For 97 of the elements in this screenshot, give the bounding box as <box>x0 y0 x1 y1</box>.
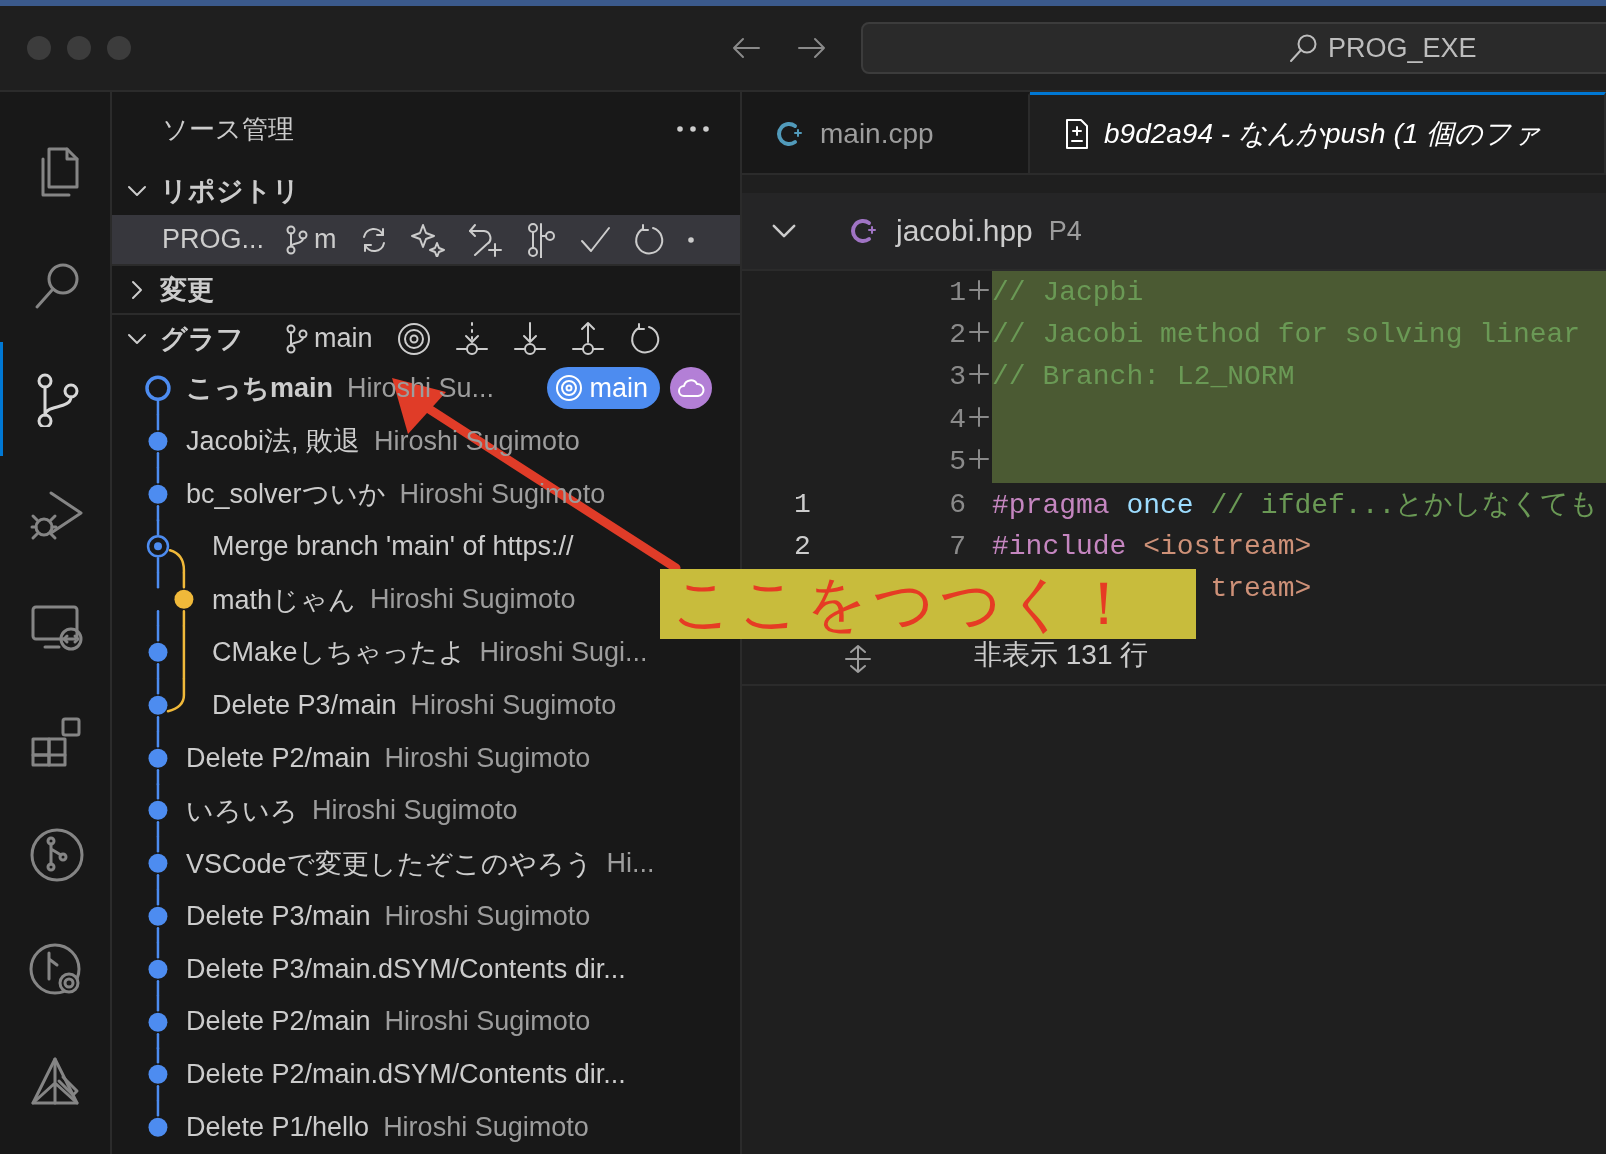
forward-arrow-icon[interactable] <box>797 36 827 60</box>
code-line: tream> <box>1210 573 1312 605</box>
branch-circle-icon[interactable] <box>28 827 85 883</box>
commit-message: VSCodeで変更したぞこのやろう <box>186 847 593 881</box>
commit-message: こっちmain <box>186 372 334 406</box>
commit-dot-icon <box>148 642 168 662</box>
commit-dot-icon <box>148 959 168 979</box>
unfold-icon[interactable] <box>843 644 873 675</box>
commit-author: Hiroshi Sugimoto <box>370 584 576 616</box>
file-name: jacobi.hpp <box>896 214 1033 248</box>
repository-name: PROG... <box>162 224 264 256</box>
line-number: 1 <box>949 276 966 308</box>
repository-row[interactable]: PROG... m <box>112 215 740 265</box>
commit-author: Hiroshi Sugimoto <box>383 1112 589 1144</box>
line-number: 2 <box>794 531 811 563</box>
annotation-callout: ここをつつく！ <box>660 569 1196 639</box>
commit-dot-icon <box>148 1065 168 1085</box>
section-header[interactable]: 変更 <box>160 271 214 308</box>
more-actions-icon[interactable] <box>676 124 710 135</box>
remote-badge[interactable] <box>670 367 712 410</box>
plus-icon <box>969 279 989 300</box>
diff-file-icon <box>1064 118 1090 150</box>
line-number: 4 <box>949 403 966 435</box>
target-icon <box>555 374 584 403</box>
editor-tab[interactable]: b9d2a94 - なんかpush (1 個のファ <box>1030 92 1606 173</box>
line-number: 5 <box>949 446 966 478</box>
plus-icon <box>969 364 989 385</box>
commit-dot-icon <box>148 854 168 873</box>
refresh-icon[interactable] <box>628 322 661 355</box>
code-line: #include <iostream> <box>992 531 1312 563</box>
line-number: 7 <box>949 531 966 563</box>
commit-message: Delete P2/main <box>186 742 371 774</box>
merge-node-icon <box>146 535 170 558</box>
target-icon[interactable] <box>396 321 431 356</box>
commit-author: Hi... <box>606 848 655 880</box>
folder-name: P4 <box>1048 215 1082 247</box>
section-header[interactable]: グラフ <box>160 320 244 357</box>
line-number: 1 <box>794 488 811 520</box>
commit-dot-icon <box>148 748 168 768</box>
branch-icon[interactable] <box>286 224 308 255</box>
commit-author: Hiroshi Sugimoto <box>384 742 591 774</box>
commit-message: bc_solverついか <box>186 478 386 511</box>
code-line: #pragma once // ifdef...とかしなくても <box>992 489 1599 524</box>
commit-dot-icon <box>148 1118 168 1137</box>
commit-dot-icon <box>148 801 168 821</box>
commit-dot-icon <box>148 906 168 926</box>
commit-author: Hiroshi Sugi... <box>479 636 648 668</box>
push-icon[interactable] <box>570 320 605 357</box>
file-header[interactable]: jacobi.hpp P4 <box>742 193 1606 271</box>
commit-message: Delete P1/hello <box>186 1112 370 1144</box>
commit-message: Delete P3/main <box>212 689 397 721</box>
plus-icon <box>969 322 989 343</box>
code-line: // Branch: L2_NORM <box>992 361 1295 393</box>
line-number: 2 <box>949 319 966 351</box>
branch-name[interactable]: main <box>314 323 373 355</box>
plus-icon <box>969 449 989 470</box>
commit-author: Hiroshi Sugimoto <box>312 795 518 827</box>
commit-author: Hiroshi Sugimoto <box>384 900 591 932</box>
pull-icon[interactable] <box>512 320 547 357</box>
refresh-icon[interactable] <box>632 223 665 256</box>
commit-message: Delete P2/main <box>186 1006 371 1038</box>
panel-title: ソース管理 <box>162 112 294 146</box>
commit-message: Merge branch 'main' of https:// <box>212 531 574 563</box>
commit-message: CMakeしちゃったよ <box>212 636 466 670</box>
graph-line <box>156 571 186 628</box>
commit-dot-icon <box>148 431 168 451</box>
undo-plus-icon[interactable] <box>466 221 503 258</box>
back-arrow-icon[interactable] <box>731 36 761 60</box>
commit-author: Hiroshi Sugimoto <box>410 689 617 721</box>
branch-name[interactable]: m <box>314 224 337 256</box>
commit-message: Delete P2/main.dSYM/Contents dir... <box>186 1059 626 1091</box>
code-line: // Jacpbi <box>992 276 1144 308</box>
commit-message: mathじゃん <box>212 583 357 617</box>
sparkle-icon[interactable] <box>410 222 445 257</box>
cloud-icon <box>677 378 705 399</box>
graph-line <box>156 624 186 680</box>
search-icon <box>1288 33 1318 63</box>
commit-ring-icon <box>145 375 171 402</box>
commit-dot-icon <box>148 695 168 715</box>
commit-message: Jacobi法, 敗退 <box>186 425 361 459</box>
commit-author: Hiroshi Sugimoto <box>384 1006 591 1038</box>
branch-icon[interactable] <box>286 323 308 354</box>
commit-message: いろいろ <box>186 794 298 828</box>
line-number: 6 <box>949 488 966 520</box>
command-search-field[interactable]: PROG_EXE <box>861 22 1606 74</box>
section-header[interactable]: リポジトリ <box>160 172 300 209</box>
commit-dot-icon <box>148 484 168 504</box>
commit-message: Delete P3/main.dSYM/Contents dir... <box>186 953 626 985</box>
plus-icon <box>969 406 989 427</box>
line-number: 3 <box>949 361 966 393</box>
commit-message: Delete P3/main <box>186 900 371 932</box>
more-dot-icon[interactable] <box>686 235 695 244</box>
hidden-lines-label[interactable]: 非表示 131 行 <box>974 636 1149 675</box>
fetch-icon[interactable] <box>454 320 489 357</box>
commit-dot-icon <box>148 1012 168 1032</box>
commit-dot-icon <box>174 590 194 609</box>
code-line: // Jacobi method for solving linear <box>992 319 1581 351</box>
